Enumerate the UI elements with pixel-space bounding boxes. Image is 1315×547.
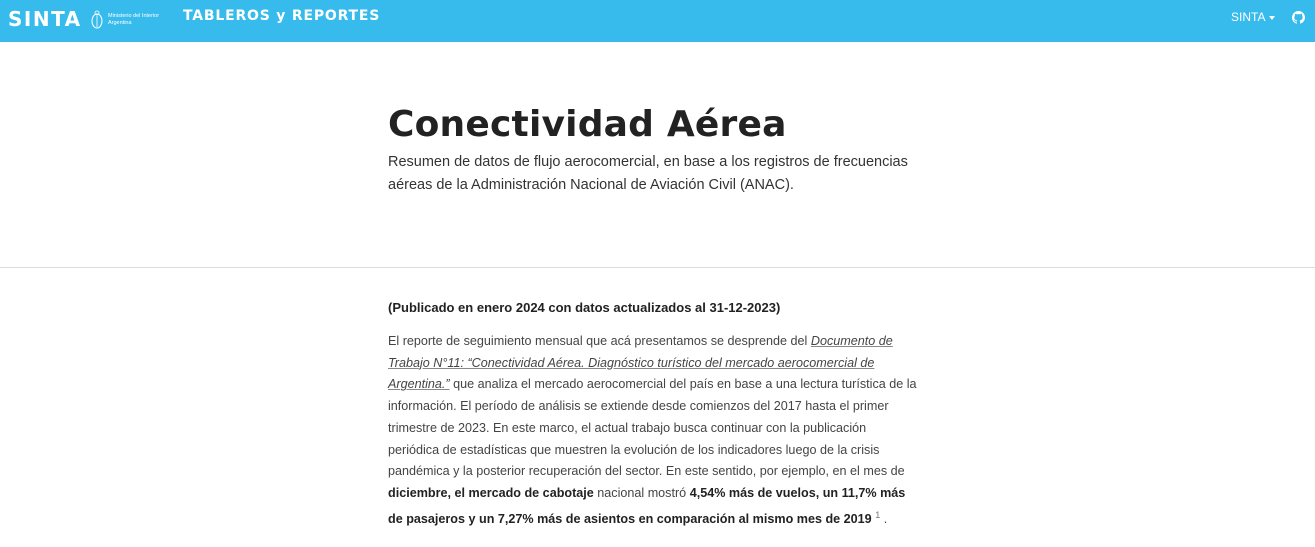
page-title: Conectividad Aérea bbox=[388, 104, 787, 145]
intro-paragraph: El reporte de seguimiento mensual que ac… bbox=[388, 331, 918, 531]
ministry-country: Argentina bbox=[108, 20, 132, 26]
mid-text: nacional mostró bbox=[593, 485, 690, 500]
intro-text: El reporte de seguimiento mensual que ac… bbox=[388, 334, 811, 348]
ministry-name: Ministerio del Interior bbox=[108, 13, 160, 19]
coat-of-arms-icon bbox=[91, 10, 103, 29]
ministry-logo: Ministerio del Interior Argentina bbox=[90, 9, 159, 31]
sinta-menu-label: SINTA bbox=[1231, 10, 1266, 24]
body-text: que analiza el mercado aerocomercial del… bbox=[388, 377, 917, 479]
nav-title-link[interactable]: TABLEROS y REPORTES bbox=[183, 8, 380, 24]
end-text: . bbox=[883, 511, 888, 526]
top-navbar: SINTA Ministerio del Interior Argentina … bbox=[0, 0, 1315, 42]
report-content: (Publicado en enero 2024 con datos actua… bbox=[388, 298, 918, 531]
sinta-menu-dropdown[interactable]: SINTA bbox=[1231, 10, 1276, 24]
chevron-down-icon bbox=[1269, 15, 1276, 20]
highlight-market: diciembre, el mercado de cabotaje bbox=[388, 485, 594, 500]
publication-note: (Publicado en enero 2024 con datos actua… bbox=[388, 300, 781, 315]
brand-logo[interactable]: SINTA bbox=[8, 7, 82, 31]
page-subtitle: Resumen de datos de flujo aerocomercial,… bbox=[388, 154, 908, 193]
footnote-ref[interactable]: 1 bbox=[875, 510, 880, 520]
github-icon[interactable] bbox=[1292, 11, 1305, 24]
